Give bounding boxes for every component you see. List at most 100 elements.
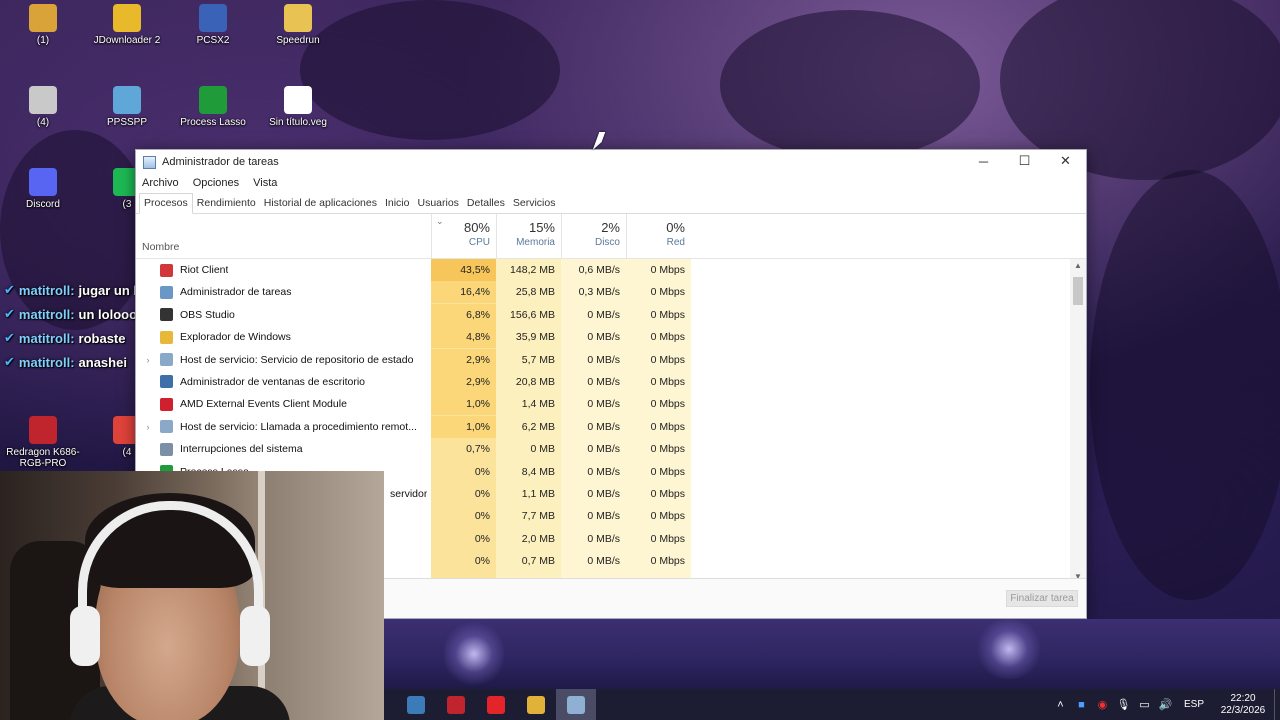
column-cpu[interactable]: ⌄ 80% CPU xyxy=(431,214,496,259)
table-row[interactable]: › Host de servicio: Servicio de repositor… xyxy=(136,348,1056,371)
memory-value: 8,4 MB xyxy=(521,465,555,478)
disk-value: 0 MB/s xyxy=(587,532,620,545)
disk-value: 0 MB/s xyxy=(587,465,620,478)
network-total: 0% xyxy=(666,220,685,235)
scroll-thumb[interactable] xyxy=(1073,277,1083,305)
end-task-button[interactable]: Finalizar tarea xyxy=(1006,590,1078,607)
desktop-icon[interactable]: Redragon K686-RGB-PRO xyxy=(0,416,86,469)
table-row[interactable]: AMD External Events Client Module 1,0% 1,4… xyxy=(136,393,1056,416)
table-row[interactable]: Interrupciones del sistema 0,7% 0 MB 0 MB/s… xyxy=(136,438,1056,460)
scroll-up-icon[interactable]: ▲ xyxy=(1070,259,1086,273)
maximize-button[interactable]: ☐ xyxy=(1004,150,1045,172)
app-tray-icon[interactable]: ■ xyxy=(1071,699,1092,711)
chat-username: matitroll: xyxy=(18,282,75,298)
column-network[interactable]: 0% Red xyxy=(626,214,691,259)
memory-value: 0 MB xyxy=(530,443,555,456)
tab-historial[interactable]: Historial de aplicaciones xyxy=(260,194,381,213)
cpu-value: 1,0% xyxy=(431,415,496,438)
tab-inicio[interactable]: Inicio xyxy=(381,194,414,213)
verified-icon: ✔ xyxy=(4,354,15,369)
volume-icon[interactable]: 🔊 xyxy=(1155,698,1176,711)
menu-archivo[interactable]: Archivo xyxy=(142,177,179,189)
tab-servicios[interactable]: Servicios xyxy=(509,194,560,213)
show-hidden-icons-icon[interactable]: ˄ xyxy=(1050,699,1071,711)
disk-value: 0,6 MB/s xyxy=(578,264,620,276)
tab-usuarios[interactable]: Usuarios xyxy=(413,194,462,213)
network-value: 0 Mbps xyxy=(650,353,685,366)
folder-icon xyxy=(160,330,173,344)
table-row[interactable]: OBS Studio 6,8% 156,6 MB 0 MB/s 0 Mbps xyxy=(136,303,1056,326)
desktop-icon-label: (4) xyxy=(36,117,50,128)
disk-value: 0 MB/s xyxy=(587,487,620,500)
process-lasso-icon xyxy=(199,86,227,114)
desktop-icon[interactable]: Speedrun xyxy=(255,4,341,46)
cpu-value: 0,7% xyxy=(466,443,490,456)
chrome-taskbar-button[interactable] xyxy=(516,689,556,720)
expand-chevron-icon[interactable]: › xyxy=(136,422,160,432)
desktop-icon[interactable]: Process Lasso xyxy=(170,86,256,128)
tab-procesos[interactable]: Procesos xyxy=(139,193,193,214)
clock-date: 22/3/2026 xyxy=(1220,704,1266,716)
cpu-value: 16,4% xyxy=(431,281,496,304)
table-row[interactable]: › Host de servicio: Llamada a procedimien… xyxy=(136,415,1056,438)
cpu-value: 1,0% xyxy=(431,393,496,416)
redragon-taskbar-button[interactable] xyxy=(436,689,476,720)
process-name: Interrupciones del sistema xyxy=(180,443,303,456)
table-row[interactable]: Explorador de Windows 4,8% 35,9 MB 0 MB/s 0 … xyxy=(136,326,1056,349)
desktop-icon-label: PPSSPP xyxy=(106,117,148,128)
title-bar[interactable]: Administrador de tareas ─ ☐ ✕ xyxy=(136,150,1086,174)
network-icon[interactable]: ▭ xyxy=(1134,698,1155,711)
desktop-icon[interactable]: PCSX2 xyxy=(170,4,256,46)
disk-value: 0 MB/s xyxy=(587,331,620,344)
network-value: 0 Mbps xyxy=(650,555,685,568)
steam-taskbar-button[interactable] xyxy=(396,689,436,720)
column-disk[interactable]: 2% Disco xyxy=(561,214,626,259)
sort-arrow-icon: ⌄ xyxy=(436,216,444,226)
column-memory[interactable]: 15% Memoria xyxy=(496,214,561,259)
redragon-tray-icon[interactable]: ◉ xyxy=(1092,698,1113,711)
task-manager-taskbar-button[interactable] xyxy=(556,689,596,720)
menu-opciones[interactable]: Opciones xyxy=(193,177,239,189)
desktop-icon[interactable]: JDownloader 2 xyxy=(84,4,170,46)
desktop-icon-label: Discord xyxy=(26,199,60,210)
task-manager-icon xyxy=(160,285,173,299)
youtube-studio-taskbar-button[interactable] xyxy=(476,689,516,720)
table-row[interactable]: Riot Client 43,5% 148,2 MB 0,6 MB/s 0 Mbps xyxy=(136,259,1056,281)
taskbar: ˄ ■ ◉ 🎙 ▭ 🔊 ESP 22:20 22/3/2026 xyxy=(384,689,1280,720)
column-name[interactable]: Nombre xyxy=(142,241,179,253)
redragon-icon xyxy=(29,416,57,444)
obs-icon xyxy=(160,308,173,322)
menu-vista[interactable]: Vista xyxy=(253,177,277,189)
desktop-icon[interactable]: Sin título.veg xyxy=(255,86,341,128)
table-row[interactable]: Administrador de tareas 16,4% 25,8 MB 0,3 M… xyxy=(136,281,1056,304)
language-indicator[interactable]: ESP xyxy=(1176,699,1212,710)
desktop-icon[interactable]: Discord xyxy=(0,168,86,210)
desktop-icon[interactable]: (4) xyxy=(0,86,86,128)
expand-chevron-icon[interactable]: › xyxy=(136,355,160,365)
microphone-icon[interactable]: 🎙 xyxy=(1113,698,1134,711)
table-row[interactable]: Administrador de ventanas de escritorio 2… xyxy=(136,370,1056,393)
vertical-scrollbar[interactable]: ▲ ▼ xyxy=(1070,259,1086,584)
network-value: 0 Mbps xyxy=(650,443,685,456)
verified-icon: ✔ xyxy=(4,330,15,345)
desktop-icon[interactable]: PPSSPP xyxy=(84,86,170,128)
desktop-icon[interactable]: (1) xyxy=(0,4,86,46)
winrar-icon xyxy=(29,4,57,32)
close-button[interactable]: ✕ xyxy=(1045,150,1086,172)
show-desktop-button[interactable] xyxy=(1274,689,1280,720)
tab-rendimiento[interactable]: Rendimiento xyxy=(193,194,260,213)
clock[interactable]: 22:20 22/3/2026 xyxy=(1212,693,1274,717)
memory-value: 7,7 MB xyxy=(521,510,555,523)
network-value: 0 Mbps xyxy=(650,308,685,321)
jdownloader-icon xyxy=(113,4,141,32)
menu-bar: Archivo Opciones Vista xyxy=(136,174,1086,192)
network-value: 0 Mbps xyxy=(650,465,685,478)
service-icon xyxy=(160,353,173,367)
process-name: Host de servicio: Servicio de repositori… xyxy=(180,353,414,366)
cpu-value: 2,9% xyxy=(431,348,496,371)
cpu-value: 0% xyxy=(474,487,490,500)
tab-detalles[interactable]: Detalles xyxy=(463,194,509,213)
pcsx2-icon xyxy=(199,4,227,32)
minimize-button[interactable]: ─ xyxy=(963,150,1004,172)
network-value: 0 Mbps xyxy=(650,487,685,500)
